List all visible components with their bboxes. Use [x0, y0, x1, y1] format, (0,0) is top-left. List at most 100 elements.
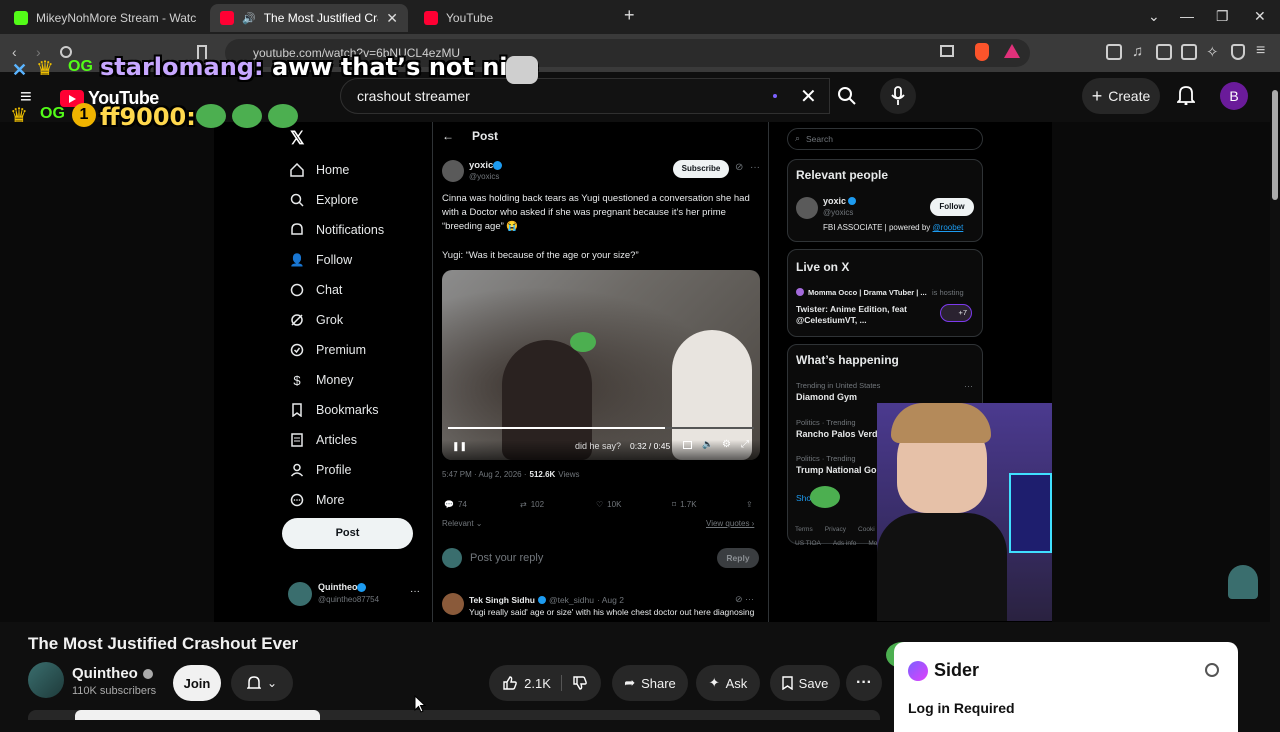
leo-ai-icon[interactable]: ✧	[1206, 43, 1219, 61]
save-button[interactable]: Save	[770, 665, 840, 701]
page-scrollbar[interactable]	[1272, 90, 1278, 200]
minimize-icon[interactable]: —	[1180, 8, 1194, 24]
repost-stat[interactable]: ⇄ 102	[520, 500, 544, 509]
vpn-shield-icon[interactable]	[1231, 44, 1245, 60]
account-avatar[interactable]: B	[1220, 82, 1248, 110]
tab-kick-stream[interactable]: MikeyNohMore Stream - Watch Live	[4, 4, 208, 32]
account-more-icon[interactable]: ···	[410, 586, 420, 597]
x-nav-chat[interactable]: Chat	[290, 283, 342, 297]
ask-button[interactable]: ✦ Ask	[696, 665, 760, 701]
channel-name-row[interactable]: Quintheo	[72, 665, 153, 682]
subscribe-button[interactable]: Subscribe	[673, 160, 729, 178]
dislike-button[interactable]	[568, 675, 588, 691]
show-more-link[interactable]: Sho	[796, 493, 811, 503]
x-nav-bookmarks[interactable]: Bookmarks	[290, 403, 379, 417]
x-search-input[interactable]: Search	[787, 128, 983, 150]
x-nav-articles[interactable]: Articles	[290, 433, 357, 447]
captions-icon[interactable]	[683, 441, 692, 449]
fullscreen-icon[interactable]: ⤢	[741, 439, 749, 450]
reply-input[interactable]: Post your reply	[470, 552, 543, 564]
more-options-icon[interactable]: ···	[750, 162, 760, 173]
channel-avatar[interactable]	[28, 662, 64, 698]
trend-more-icon[interactable]: ···	[964, 381, 973, 391]
bookmark-stat[interactable]: ⌑ 1.7K	[672, 500, 697, 509]
live-host[interactable]: Momma Occo | Drama VTuber | ...	[808, 288, 927, 297]
x-nav-premium[interactable]: Premium	[290, 343, 366, 357]
x-nav-grok[interactable]: Grok	[290, 313, 343, 327]
footer-link[interactable]: Ads info	[833, 540, 857, 547]
relevant-bio-link[interactable]: @roobet	[933, 223, 964, 232]
sider-settings-icon[interactable]	[1205, 663, 1219, 677]
channel-name: Quintheo	[72, 665, 138, 682]
notifications-bell-icon[interactable]	[1177, 85, 1195, 105]
join-button[interactable]: Join	[173, 665, 221, 701]
channel-watermark[interactable]	[1228, 565, 1258, 599]
sidebar-icon[interactable]	[1156, 44, 1172, 60]
relevant-name[interactable]: yoxic	[823, 196, 846, 206]
x-nav-home[interactable]: Home	[290, 163, 349, 177]
live-show-title[interactable]: Twister: Anime Edition, feat @CelestiumV…	[796, 304, 936, 326]
volume-icon[interactable]: 🔈	[702, 439, 713, 450]
like-button[interactable]: 2.1K	[502, 675, 562, 691]
wallet-icon[interactable]	[1181, 44, 1197, 60]
like-stat[interactable]: ♡ 10K	[596, 500, 621, 509]
back-arrow-icon[interactable]: ←	[442, 129, 454, 143]
author-handle: @yoxics	[469, 172, 500, 181]
share-icon[interactable]: ⇪	[746, 500, 753, 509]
x-nav-notifications[interactable]: Notifications	[290, 223, 384, 237]
pause-icon[interactable]: ❚❚	[452, 441, 467, 452]
media-icon[interactable]: ♫	[1132, 43, 1143, 60]
video-progress-track[interactable]	[448, 427, 754, 429]
reply-author-avatar[interactable]	[442, 593, 464, 615]
footer-link[interactable]: Terms	[795, 526, 813, 533]
maximize-icon[interactable]: ❐	[1216, 8, 1229, 25]
brave-rewards-icon[interactable]	[1004, 44, 1020, 58]
reply-author-name[interactable]: Tek Singh Sidhu	[469, 595, 535, 605]
search-button[interactable]	[830, 78, 864, 114]
trend-topic[interactable]: Trump National Golf	[796, 465, 882, 475]
x-account-avatar[interactable]	[288, 582, 312, 606]
cast-icon[interactable]	[940, 45, 954, 57]
x-nav-more[interactable]: More	[290, 493, 344, 507]
x-nav-explore[interactable]: Explore	[290, 193, 358, 207]
subscribe-bell-button[interactable]: ⌄	[231, 665, 293, 701]
x-nav-profile[interactable]: Profile	[290, 463, 351, 477]
reply-button[interactable]: Reply	[717, 548, 759, 568]
trend-topic[interactable]: Rancho Palos Verdes	[796, 429, 888, 439]
view-quotes-link[interactable]: View quotes ›	[706, 519, 754, 528]
tweet-video[interactable]: ❚❚ did he say? 0:32 / 0:45 🔈 ⚙ ⤢	[442, 270, 760, 460]
reply-stat[interactable]: 💬 74	[444, 500, 467, 509]
author-name[interactable]: yoxic	[469, 160, 493, 171]
menu-icon[interactable]: ≡	[1256, 42, 1265, 60]
new-tab-icon[interactable]: +	[624, 5, 635, 26]
settings-gear-icon[interactable]: ⚙	[722, 439, 731, 450]
trend-topic[interactable]: Diamond Gym	[796, 392, 857, 402]
reply-more-icon[interactable]: ⊘ ···	[735, 594, 754, 605]
more-actions-button[interactable]: ···	[846, 665, 882, 701]
tab-youtube-video[interactable]: 🔊 The Most Justified Crashout E ✕	[210, 4, 408, 32]
x-post-button[interactable]: Post	[282, 518, 413, 549]
tab-youtube[interactable]: YouTube	[414, 4, 614, 32]
x-nav-follow[interactable]: 👤 Follow	[290, 253, 353, 267]
extensions-icon[interactable]	[1106, 44, 1122, 60]
clear-search-icon[interactable]: ✕	[800, 84, 817, 109]
tab-close-icon[interactable]: ✕	[386, 10, 398, 27]
author-avatar[interactable]	[442, 160, 464, 182]
create-button[interactable]: + Create	[1082, 78, 1160, 114]
grok-icon[interactable]: ⊘	[735, 162, 743, 173]
x-nav-money[interactable]: $ Money	[290, 373, 353, 388]
bell-icon	[246, 675, 261, 691]
join-label: Join	[183, 675, 211, 691]
voice-search-button[interactable]	[880, 78, 916, 114]
footer-link[interactable]: Cooki	[858, 526, 875, 533]
share-button[interactable]: ➦ Share	[612, 665, 688, 701]
relevant-avatar[interactable]	[796, 197, 818, 219]
follow-button[interactable]: Follow	[930, 198, 974, 216]
footer-link[interactable]: Privacy	[825, 526, 846, 533]
search-input[interactable]: crashout streamer	[340, 78, 830, 114]
relevant-sort[interactable]: Relevant ⌄	[442, 519, 483, 528]
brave-shield-icon[interactable]	[975, 43, 989, 61]
footer-link[interactable]: US TIOA	[795, 540, 821, 547]
close-window-icon[interactable]: ✕	[1254, 8, 1266, 25]
tab-list-chevron-icon[interactable]: ⌄	[1148, 8, 1160, 25]
